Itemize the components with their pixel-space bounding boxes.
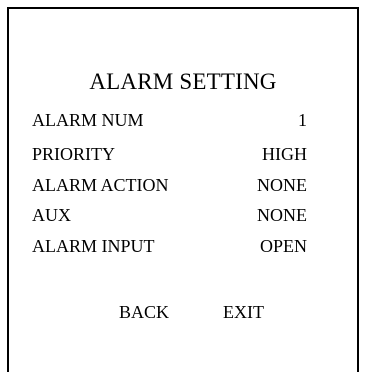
menu-row-alarm-num[interactable]: ALARM NUM 1 — [32, 109, 307, 131]
alarm-input-label: ALARM INPUT — [32, 236, 155, 256]
alarm-action-label: ALARM ACTION — [32, 175, 169, 195]
priority-value[interactable]: HIGH — [262, 143, 307, 165]
menu-row-priority[interactable]: PRIORITY HIGH — [32, 143, 307, 165]
back-button[interactable]: BACK — [119, 301, 169, 323]
aux-label: AUX — [32, 205, 71, 225]
alarm-action-value[interactable]: NONE — [257, 174, 307, 196]
priority-label: PRIORITY — [32, 144, 116, 164]
alarm-input-value[interactable]: OPEN — [260, 235, 307, 257]
menu-row-aux[interactable]: AUX NONE — [32, 204, 307, 226]
alarm-num-value[interactable]: 1 — [298, 109, 307, 131]
aux-value[interactable]: NONE — [257, 204, 307, 226]
menu-row-alarm-action[interactable]: ALARM ACTION NONE — [32, 174, 307, 196]
menu-title: ALARM SETTING — [89, 69, 277, 94]
exit-button[interactable]: EXIT — [223, 301, 264, 323]
alarm-num-label: ALARM NUM — [32, 110, 144, 130]
menu-row-alarm-input[interactable]: ALARM INPUT OPEN — [32, 235, 307, 257]
